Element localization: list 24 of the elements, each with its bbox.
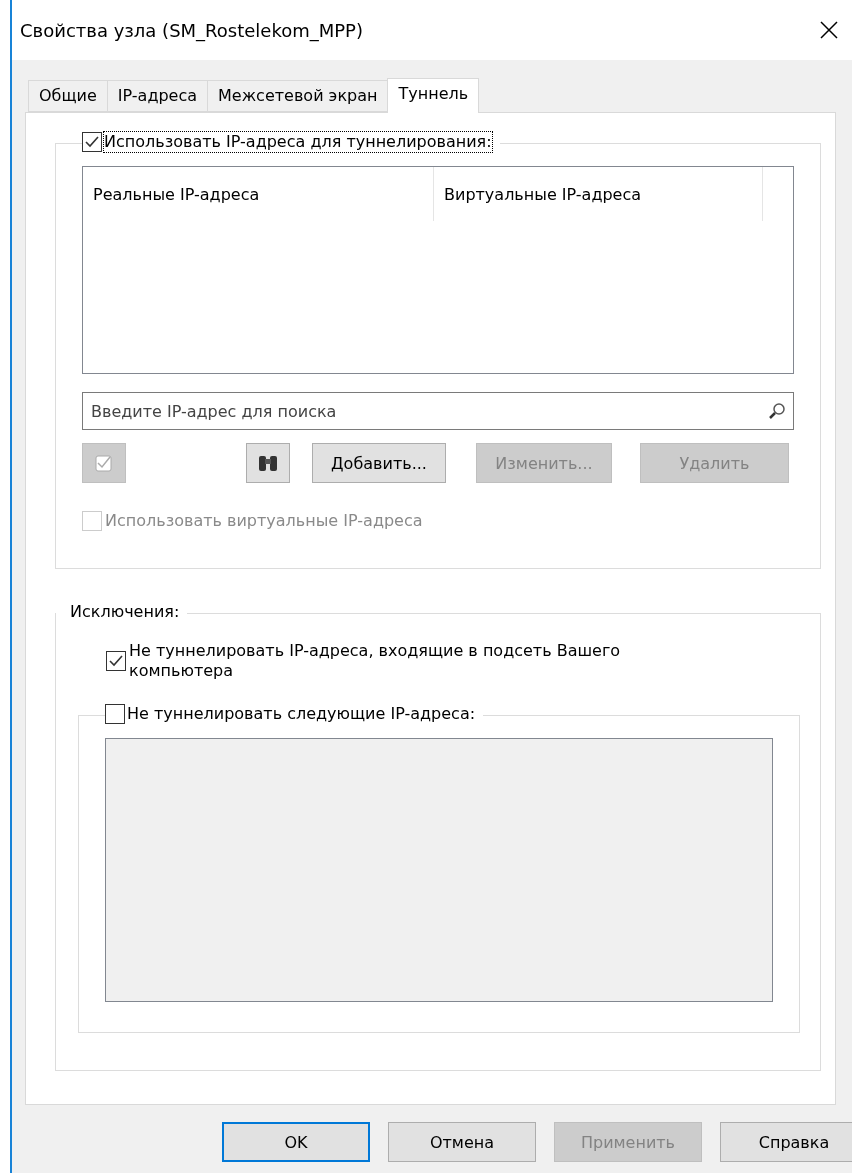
tab[interactable]: IP-адреса [106,80,209,112]
search-icon [768,402,786,420]
close-icon[interactable] [820,21,838,39]
tab[interactable]: Межсетевой экран [207,80,389,112]
action-button[interactable]: Добавить... [312,443,446,483]
dialog-button[interactable]: OK [222,1122,370,1162]
check-icon [108,654,124,668]
checkbox-label[interactable]: Не туннелировать следующие IP-адреса: [127,704,476,724]
tab[interactable]: Туннель [387,78,480,113]
group-title: Исключения: [70,602,180,621]
check-icon [84,135,100,149]
tab[interactable]: Общие [28,80,108,112]
checkbox[interactable] [82,132,102,152]
checkbox-label[interactable]: Не туннелировать IP-адреса, входящие в подсеть Вашего компьютера [129,641,659,681]
checkbox[interactable] [106,651,126,671]
search-field[interactable]: Введите IP-адрес для поиска [82,392,794,430]
dialog-button[interactable]: Отмена [388,1122,536,1162]
checkbox-icon [93,452,115,474]
column-header[interactable]: Реальные IP-адреса [83,167,434,221]
checkbox[interactable] [105,704,125,724]
dialog-button[interactable]: Справка [720,1122,852,1162]
window-title: Свойства узла (SM_Rostelekom_MPP) [20,19,363,41]
find-button[interactable] [246,443,290,483]
column-header[interactable]: Виртуальные IP-адреса [434,167,763,221]
